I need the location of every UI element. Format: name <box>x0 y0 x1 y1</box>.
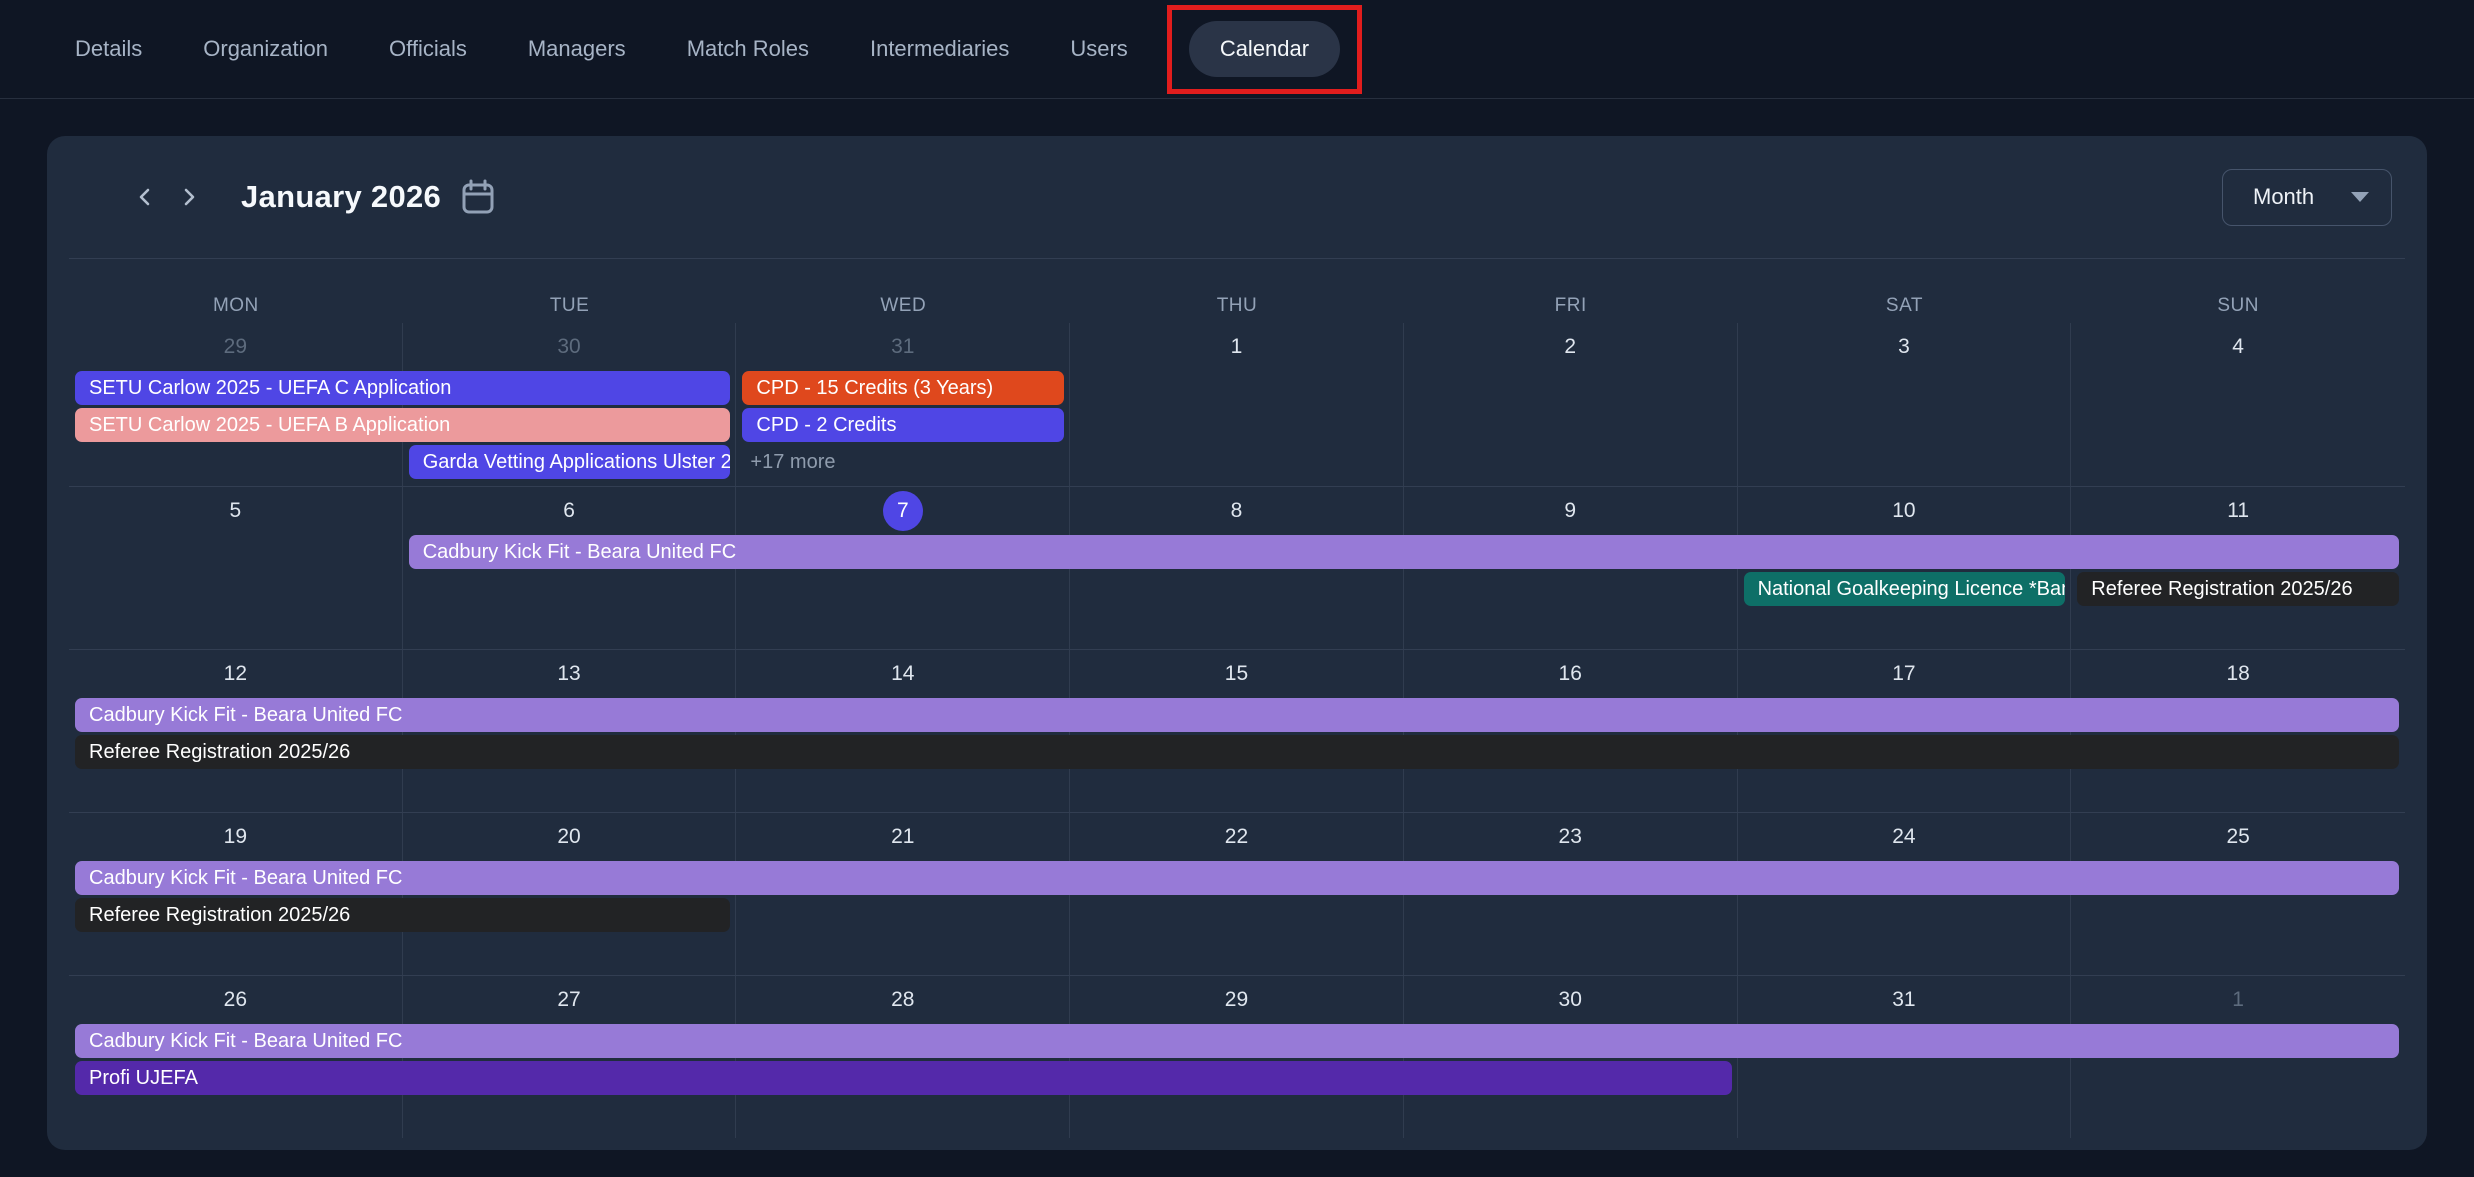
date-number: 31 <box>1884 980 1924 1020</box>
day-header-mon: MON <box>69 295 403 317</box>
event-bar[interactable]: Cadbury Kick Fit - Beara United FC <box>409 535 2399 569</box>
date-number: 24 <box>1884 817 1924 857</box>
event-bar[interactable]: SETU Carlow 2025 - UEFA B Application <box>75 408 730 442</box>
calendar-icon[interactable] <box>461 179 495 215</box>
day-cell-4[interactable]: 4 <box>2071 323 2405 486</box>
event-bar[interactable]: Cadbury Kick Fit - Beara United FC <box>75 1024 2399 1058</box>
tab-match-roles[interactable]: Match Roles <box>687 36 809 62</box>
day-cell-1[interactable]: 1 <box>1070 323 1404 486</box>
event-bar[interactable]: CPD - 2 Credits <box>742 408 1064 442</box>
day-header-fri: FRI <box>1404 295 1738 317</box>
day-header-sat: SAT <box>1738 295 2072 317</box>
date-number: 31 <box>883 327 923 367</box>
event-bar[interactable]: Cadbury Kick Fit - Beara United FC <box>75 698 2399 732</box>
date-number: 21 <box>883 817 923 857</box>
date-number: 1 <box>2218 980 2258 1020</box>
event-bar[interactable]: Garda Vetting Applications Ulster 2025 <box>409 445 731 479</box>
date-number: 16 <box>1550 654 1590 694</box>
page: { "tabs": [ { "label": "Details", "activ… <box>0 0 2474 1177</box>
date-number: 19 <box>215 817 255 857</box>
month-grid: MONTUEWEDTHUFRISATSUN 2930311234SETU Car… <box>69 258 2405 1138</box>
date-number: 9 <box>1550 491 1590 531</box>
date-number: 28 <box>883 980 923 1020</box>
tab-organization[interactable]: Organization <box>203 36 328 62</box>
date-number: 12 <box>215 654 255 694</box>
date-number: 29 <box>1216 980 1256 1020</box>
event-bar[interactable]: SETU Carlow 2025 - UEFA C Application <box>75 371 730 405</box>
date-number: 11 <box>2218 491 2258 531</box>
next-month-button[interactable] <box>169 177 209 217</box>
event-bar[interactable]: Referee Registration 2025/26 <box>75 898 730 932</box>
day-header-sun: SUN <box>2071 295 2405 317</box>
date-number: 27 <box>549 980 589 1020</box>
tab-managers[interactable]: Managers <box>528 36 626 62</box>
date-number: 5 <box>215 491 255 531</box>
date-number: 4 <box>2218 327 2258 367</box>
date-number: 26 <box>215 980 255 1020</box>
date-number: 13 <box>549 654 589 694</box>
event-bar[interactable]: CPD - 15 Credits (3 Years) <box>742 371 1064 405</box>
week-row: 19 20 21 22 23 24 25 Cadbury Kick Fit - Beara U… <box>69 812 2405 975</box>
event-bar[interactable]: Profi UJEFA <box>75 1061 1732 1095</box>
date-number: 29 <box>215 327 255 367</box>
event-bar[interactable]: Referee Registration 2025/26 <box>2077 572 2399 606</box>
tab-users[interactable]: Users <box>1070 36 1127 62</box>
event-bar[interactable]: Cadbury Kick Fit - Beara United FC <box>75 861 2399 895</box>
calendar-header: January 2026 Month <box>47 136 2427 258</box>
tab-officials[interactable]: Officials <box>389 36 467 62</box>
day-cell-3[interactable]: 3 <box>1738 323 2072 486</box>
date-number: 15 <box>1216 654 1256 694</box>
today-badge: 7 <box>883 491 923 531</box>
chevron-down-icon <box>2351 192 2369 202</box>
view-selector-dropdown[interactable]: Month <box>2222 169 2392 226</box>
day-cell-5[interactable]: 5 <box>69 487 403 649</box>
week-row: 5 6 7 8 9 10 11 Cadbury Kick Fit - Beara United… <box>69 486 2405 649</box>
date-number: 22 <box>1216 817 1256 857</box>
date-number: 2 <box>1550 327 1590 367</box>
date-number: 6 <box>549 491 589 531</box>
date-number: 3 <box>1884 327 1924 367</box>
week-row: 26 27 28 29 30 31 1 Cadbury Kick Fit - Beara Un… <box>69 975 2405 1138</box>
calendar-card: January 2026 Month MONTUEWEDTHUFRISATSUN… <box>47 136 2427 1150</box>
tab-intermediaries[interactable]: Intermediaries <box>870 36 1009 62</box>
event-bar[interactable]: National Goalkeeping Licence *Bandon <box>1744 572 2066 606</box>
date-number: 20 <box>549 817 589 857</box>
day-header-thu: THU <box>1070 295 1404 317</box>
date-number: 14 <box>883 654 923 694</box>
date-number: 10 <box>1884 491 1924 531</box>
week-row: 12 13 14 15 16 17 18 Cadbury Kick Fit - Beara U… <box>69 649 2405 812</box>
date-number: 30 <box>1550 980 1590 1020</box>
day-of-week-header: MONTUEWEDTHUFRISATSUN <box>69 259 2405 323</box>
view-selector-value: Month <box>2253 184 2351 210</box>
date-number: 23 <box>1550 817 1590 857</box>
event-bar[interactable]: Referee Registration 2025/26 <box>75 735 2399 769</box>
day-header-tue: TUE <box>403 295 737 317</box>
top-tab-bar: Details Organization Officials Managers Matc… <box>0 0 2474 99</box>
chevron-left-icon <box>134 186 156 208</box>
day-header-wed: WED <box>736 295 1070 317</box>
date-number: 30 <box>549 327 589 367</box>
tab-calendar[interactable]: Calendar <box>1189 21 1340 77</box>
chevron-right-icon <box>178 186 200 208</box>
date-number: 25 <box>2218 817 2258 857</box>
date-number: 18 <box>2218 654 2258 694</box>
date-number: 17 <box>1884 654 1924 694</box>
date-number: 1 <box>1216 327 1256 367</box>
tab-details[interactable]: Details <box>75 36 142 62</box>
month-title: January 2026 <box>241 179 441 215</box>
more-events-link[interactable]: +17 more <box>736 445 835 479</box>
week-row: 29 30 31 1 2 3 4 SETU Carlow 2025 - UEFA C Appl… <box>69 323 2405 486</box>
date-number: 8 <box>1216 491 1256 531</box>
prev-month-button[interactable] <box>125 177 165 217</box>
day-cell-2[interactable]: 2 <box>1404 323 1738 486</box>
